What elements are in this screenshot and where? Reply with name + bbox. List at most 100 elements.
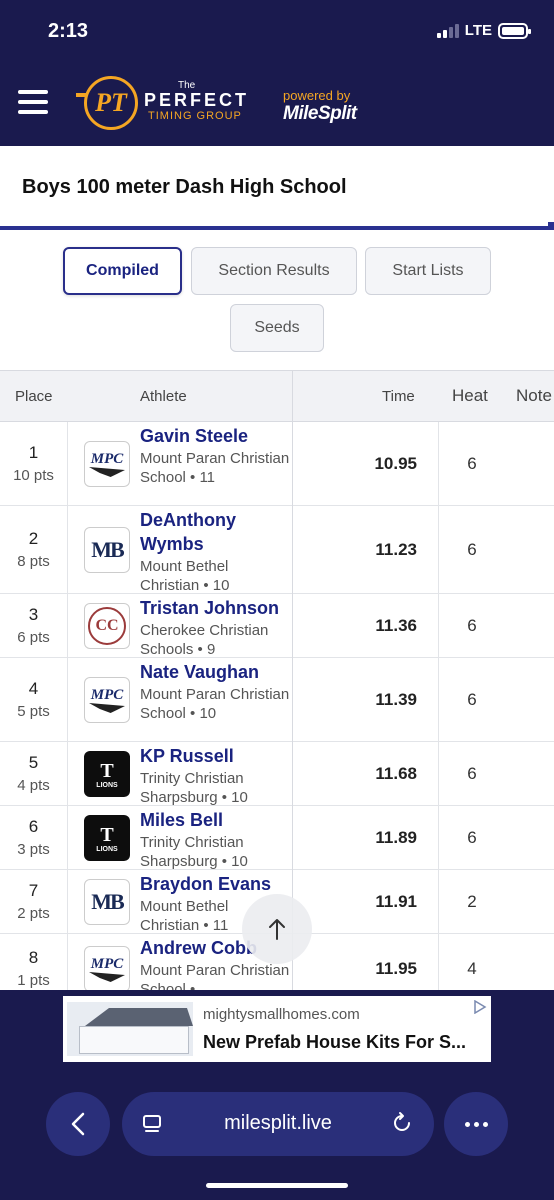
athlete-cell: DeAnthony Wymbs Mount Bethel Christian • …	[140, 508, 290, 595]
athlete-cell: Nate Vaughan Mount Paran Christian School…	[140, 660, 290, 723]
network-label: LTE	[464, 22, 492, 39]
ad-domain: mightysmallhomes.com	[203, 1006, 360, 1023]
team-logo[interactable]: MB	[84, 527, 130, 573]
team-logo[interactable]: MPC	[84, 946, 130, 990]
dot-icon	[482, 1121, 488, 1127]
cell-divider	[438, 870, 439, 933]
place-points: 3 pts	[17, 841, 50, 858]
logo-circle: PT	[84, 76, 138, 130]
place-cell: 3 6 pts	[0, 594, 68, 657]
place-cell: 8 1 pts	[0, 934, 68, 990]
arrow-up-icon	[269, 919, 285, 940]
home-indicator[interactable]	[206, 1183, 348, 1188]
column-note[interactable]: Note	[516, 386, 552, 406]
cell-divider	[438, 506, 439, 593]
time-cell: 11.91	[375, 892, 417, 911]
place-cell: 5 4 pts	[0, 742, 68, 805]
place-number: 5	[28, 753, 39, 772]
team-logo[interactable]: T LIONS	[84, 751, 130, 797]
athlete-name-link[interactable]: Gavin Steele	[140, 424, 290, 448]
place-number: 1	[28, 443, 39, 462]
eagle-icon	[89, 703, 125, 713]
athlete-name-link[interactable]: Nate Vaughan	[140, 660, 290, 684]
team-logo[interactable]: MB	[84, 879, 130, 925]
address-bar[interactable]: milesplit.live	[122, 1092, 434, 1156]
chevron-left-icon	[71, 1112, 85, 1136]
athlete-cell: Miles Bell Trinity Christian Sharpsburg •…	[140, 808, 290, 871]
ad-title: New Prefab House Kits For S...	[203, 1032, 467, 1052]
team-logo[interactable]: MPC	[84, 441, 130, 487]
event-title-bar: Boys 100 meter Dash High School	[0, 146, 554, 232]
cell-divider	[438, 658, 439, 741]
athlete-name-link[interactable]: Miles Bell	[140, 808, 290, 832]
cell-divider	[438, 806, 439, 869]
place-points: 4 pts	[17, 777, 50, 794]
browser-bottom-bar: mightysmallhomes.com New Prefab House Ki…	[0, 990, 554, 1200]
tab-section-results[interactable]: Section Results	[191, 247, 357, 295]
powered-by-label: powered by	[283, 88, 351, 103]
back-button[interactable]	[46, 1092, 110, 1156]
table-row[interactable]: 5 4 pts T LIONS KP Russell Trinity Christian …	[0, 742, 554, 806]
place-points: 8 pts	[17, 553, 50, 570]
column-time[interactable]: Time	[382, 388, 415, 405]
team-logo[interactable]: CC	[84, 603, 130, 649]
dot-icon	[464, 1121, 470, 1127]
athlete-name-link[interactable]: Tristan Johnson	[140, 596, 290, 620]
heat-cell: 6	[467, 454, 477, 473]
table-row[interactable]: 2 8 pts MB DeAnthony Wymbs Mount Bethel Chri…	[0, 506, 554, 594]
place-number: 4	[28, 679, 39, 698]
place-number: 2	[28, 529, 39, 548]
ad-image	[67, 1002, 193, 1056]
table-header: Place Athlete Time Heat Note	[0, 370, 554, 422]
team-logo[interactable]: MPC	[84, 677, 130, 723]
reload-icon[interactable]	[390, 1111, 414, 1135]
place-cell: 2 8 pts	[0, 506, 68, 593]
table-row[interactable]: 1 10 pts MPC Gavin Steele Mount Paran Christ…	[0, 422, 554, 506]
place-points: 6 pts	[17, 629, 50, 646]
place-number: 8	[28, 948, 39, 967]
table-row[interactable]: 3 6 pts CC Tristan Johnson Cherokee Christia…	[0, 594, 554, 658]
athlete-school: Trinity Christian Sharpsburg • 10	[140, 834, 248, 870]
adchoices-icon[interactable]	[473, 1000, 487, 1014]
place-cell: 1 10 pts	[0, 422, 68, 505]
athlete-name-link[interactable]: KP Russell	[140, 744, 290, 768]
crest-icon: CC	[88, 607, 126, 645]
logo-subtitle: TIMING GROUP	[148, 110, 242, 122]
time-cell: 11.36	[375, 616, 417, 635]
athlete-cell: Tristan Johnson Cherokee Christian School…	[140, 596, 290, 659]
time-cell: 11.39	[375, 690, 417, 709]
title-underline-tip	[548, 222, 554, 230]
tab-seeds[interactable]: Seeds	[230, 304, 324, 352]
tab-compiled[interactable]: Compiled	[63, 247, 182, 295]
app-header: 2:13 LTE PT The PERFECT TIMING GROUP pow…	[0, 0, 554, 146]
title-underline	[0, 226, 554, 230]
eagle-icon	[89, 467, 125, 477]
more-options-button[interactable]	[444, 1092, 508, 1156]
athlete-name-link[interactable]: Braydon Evans	[140, 872, 290, 896]
place-points: 5 pts	[17, 703, 50, 720]
table-row[interactable]: 4 5 pts MPC Nate Vaughan Mount Paran Christi…	[0, 658, 554, 742]
column-athlete[interactable]: Athlete	[140, 388, 187, 405]
place-points: 2 pts	[17, 905, 50, 922]
cell-divider	[438, 934, 439, 990]
scroll-to-top-button[interactable]	[242, 894, 312, 964]
milesplit-logo[interactable]: MileSplit	[283, 103, 357, 125]
heat-cell: 6	[467, 616, 477, 635]
ad-banner[interactable]: mightysmallhomes.com New Prefab House Ki…	[63, 996, 491, 1062]
heat-cell: 6	[467, 540, 477, 559]
team-logo[interactable]: T LIONS	[84, 815, 130, 861]
column-heat[interactable]: Heat	[452, 386, 488, 406]
hamburger-menu-button[interactable]	[18, 90, 48, 114]
tab-start-lists[interactable]: Start Lists	[365, 247, 491, 295]
athlete-school: Mount Paran Christian School •	[140, 962, 290, 990]
column-place[interactable]: Place	[15, 388, 53, 405]
perfect-timing-logo[interactable]: PT The PERFECT TIMING GROUP	[76, 76, 266, 132]
athlete-name-link[interactable]: DeAnthony Wymbs	[140, 508, 290, 556]
cell-divider	[438, 594, 439, 657]
table-row[interactable]: 63 pts T LIONS Miles Bell Trinity Christian …	[0, 806, 554, 870]
place-cell: 6 3 pts	[0, 806, 68, 869]
athlete-cell: KP Russell Trinity Christian Sharpsburg •…	[140, 744, 290, 807]
signal-icon	[436, 23, 459, 38]
heat-cell: 6	[467, 828, 477, 847]
cell-divider	[438, 422, 439, 505]
